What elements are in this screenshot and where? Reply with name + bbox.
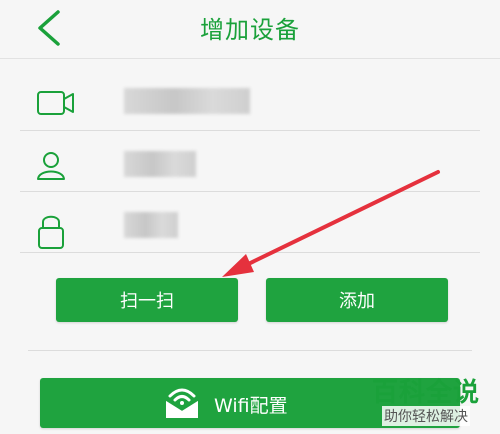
watermark-title: 百科全说 bbox=[372, 378, 481, 408]
watermark-subtitle: 助你轻松解决 bbox=[382, 406, 470, 426]
annotation-arrow bbox=[222, 170, 440, 277]
watermark-logo: 百科全说 助你轻松解决 bbox=[362, 372, 496, 430]
